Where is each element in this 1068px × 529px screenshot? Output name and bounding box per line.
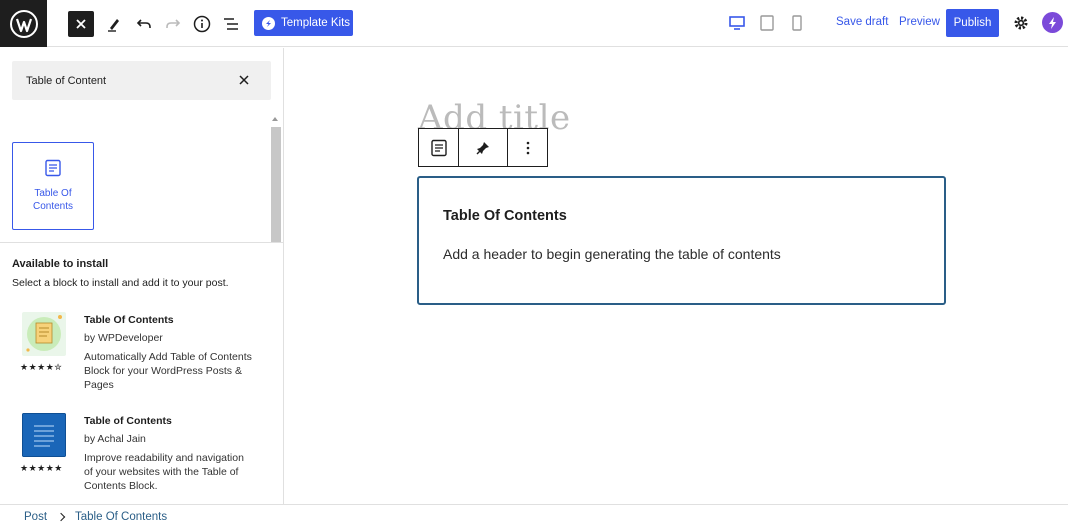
tools-button[interactable] (101, 11, 127, 37)
plugin-author: by Achal Jain (84, 433, 146, 445)
tablet-preview-button[interactable] (757, 13, 777, 33)
plugin-name: Table Of Contents (84, 314, 174, 326)
preview-button[interactable]: Preview (899, 16, 940, 28)
tablet-icon (760, 15, 774, 31)
template-kits-button[interactable]: Template Kits (254, 10, 353, 36)
pencil-icon (108, 19, 119, 32)
mobile-icon (792, 15, 802, 31)
top-toolbar: Template Kits Save draft Preview Publish (0, 0, 1068, 47)
block-options-button[interactable] (508, 129, 547, 166)
plugin-thumbnail-icon (22, 312, 66, 356)
close-inserter-button[interactable] (68, 11, 94, 37)
save-draft-button[interactable]: Save draft (836, 16, 888, 28)
toc-block-placeholder-text: Add a header to begin generating the tab… (443, 246, 781, 262)
table-of-contents-icon (45, 159, 61, 177)
breadcrumb: Post Table Of Contents (0, 504, 1068, 529)
mobile-preview-button[interactable] (787, 13, 807, 33)
desktop-preview-button[interactable] (727, 13, 747, 33)
table-of-contents-icon (430, 139, 447, 156)
toc-block-heading: Table Of Contents (443, 208, 567, 224)
block-result-label: Table Of Contents (32, 188, 74, 212)
undo-icon (136, 19, 151, 28)
close-icon (239, 75, 249, 85)
undo-button[interactable] (131, 11, 157, 37)
scroll-up-arrow-icon[interactable] (272, 117, 278, 121)
info-icon (193, 15, 211, 33)
plugin-name: Table of Contents (84, 415, 172, 427)
wordpress-icon (9, 9, 38, 38)
pin-icon (476, 141, 489, 154)
list-view-button[interactable] (218, 11, 244, 37)
plugin-author: by WPDeveloper (84, 332, 163, 344)
block-inserter-panel: Table of Content Table Of Contents Avail… (0, 48, 284, 504)
breadcrumb-item-block[interactable]: Table Of Contents (75, 511, 167, 523)
redo-icon (166, 19, 181, 28)
template-kits-label: Template Kits (281, 17, 351, 29)
editor-canvas: Add title Table Of Contents Add a header… (285, 48, 1068, 504)
plugin-rating: ★★★★✮ (20, 362, 63, 372)
list-view-icon (224, 18, 238, 30)
wordpress-logo-button[interactable] (0, 0, 47, 47)
template-kits-icon (262, 16, 275, 30)
breadcrumb-item-post[interactable]: Post (24, 511, 47, 523)
gear-icon (1014, 16, 1028, 30)
details-button[interactable] (189, 11, 215, 37)
clear-search-button[interactable] (237, 73, 251, 87)
more-vertical-icon (526, 141, 529, 154)
chevron-right-icon (56, 512, 66, 522)
block-type-button[interactable] (419, 129, 459, 166)
plugin-bolt-icon (1049, 16, 1056, 29)
settings-button[interactable] (1011, 13, 1031, 33)
plugin-menu-button[interactable] (1042, 12, 1063, 33)
search-input-value[interactable]: Table of Content (26, 75, 106, 87)
available-to-install-subtitle: Select a block to install and add it to … (12, 277, 229, 289)
available-to-install-heading: Available to install (12, 258, 109, 270)
redo-button[interactable] (160, 11, 186, 37)
close-icon (76, 19, 86, 29)
table-of-contents-block[interactable]: Table Of Contents Add a header to begin … (417, 176, 946, 305)
divider (0, 242, 283, 243)
sidebar-scrollbar[interactable] (270, 113, 282, 504)
plugin-description: Improve readability and navigation of yo… (84, 452, 244, 492)
publish-button[interactable]: Publish (946, 9, 999, 37)
block-search-field[interactable]: Table of Content (12, 61, 271, 100)
plugin-description: Automatically Add Table of Contents Bloc… (84, 351, 252, 391)
plugin-rating: ★★★★★ (20, 463, 63, 473)
pin-block-button[interactable] (459, 129, 508, 166)
scrollbar-thumb[interactable] (271, 127, 281, 243)
desktop-icon (729, 16, 745, 30)
block-toolbar (418, 128, 548, 167)
plugin-thumbnail-icon (22, 413, 66, 457)
block-result-table-of-contents[interactable]: Table Of Contents (12, 142, 94, 230)
